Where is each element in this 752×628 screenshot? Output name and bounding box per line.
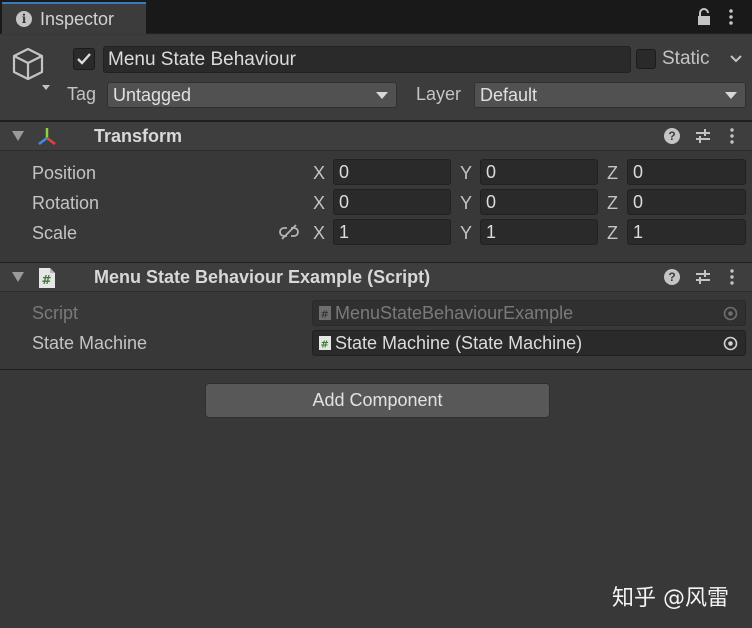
script-component-header[interactable]: # Menu State Behaviour Example (Script) …	[0, 262, 752, 292]
axis-x-label: X	[313, 223, 326, 243]
csharp-script-icon: #	[39, 268, 55, 288]
watermark: 知乎 @风雷	[612, 586, 729, 611]
axis-y-label: Y	[460, 163, 473, 183]
object-name-field[interactable]: Menu State Behaviour	[103, 46, 631, 73]
scale-label: Scale	[32, 223, 78, 243]
rotation-y-field[interactable]: 0	[480, 189, 598, 215]
tag-value: Untagged	[113, 85, 192, 105]
layer-value: Default	[480, 85, 538, 105]
foldout-arrow-icon[interactable]	[12, 131, 24, 141]
tag-label: Tag	[67, 84, 97, 104]
rotation-x-field[interactable]: 0	[333, 189, 451, 215]
constrain-proportions-link-icon[interactable]	[279, 222, 299, 242]
presets-icon[interactable]	[694, 127, 712, 145]
dropdown-arrow-icon	[376, 92, 388, 99]
script-value: MenuStateBehaviourExample	[335, 303, 574, 323]
static-checkbox[interactable]	[636, 49, 656, 69]
axis-z-label: Z	[607, 193, 618, 213]
axis-z-label: Z	[607, 163, 618, 183]
axis-x-label: X	[313, 163, 326, 183]
scale-z-field[interactable]: 1	[627, 219, 746, 245]
transform-header[interactable]: Transform ?	[0, 121, 752, 151]
script-component-title: Menu State Behaviour Example (Script)	[94, 267, 431, 287]
lock-icon[interactable]	[696, 7, 712, 27]
presets-icon[interactable]	[694, 268, 712, 286]
info-icon: i	[16, 11, 32, 27]
more-vertical-icon[interactable]	[728, 268, 736, 286]
csharp-script-icon: #	[319, 306, 331, 321]
tab-label: Inspector	[40, 8, 115, 29]
position-x-field[interactable]: 0	[333, 159, 451, 185]
script-field: # MenuStateBehaviourExample	[312, 300, 746, 326]
dropdown-arrow-icon	[725, 92, 737, 99]
gameobject-cube-icon[interactable]	[12, 45, 56, 93]
position-y-field[interactable]: 0	[480, 159, 598, 185]
transform-title: Transform	[94, 126, 183, 146]
object-picker-icon	[723, 306, 738, 321]
foldout-arrow-icon[interactable]	[12, 272, 24, 282]
rotation-label: Rotation	[32, 193, 100, 213]
csharp-script-icon: #	[319, 336, 331, 351]
checkmark-icon	[77, 53, 91, 65]
object-picker-icon[interactable]	[723, 336, 738, 351]
rotation-z-field[interactable]: 0	[627, 189, 746, 215]
state-machine-value: State Machine (State Machine)	[335, 333, 583, 353]
axis-y-label: Y	[460, 223, 473, 243]
more-vertical-icon[interactable]	[728, 127, 736, 145]
axis-y-label: Y	[460, 193, 473, 213]
svg-text:#: #	[321, 310, 329, 321]
divider	[0, 369, 752, 370]
chevron-down-icon[interactable]	[730, 55, 742, 63]
position-z-field[interactable]: 0	[627, 159, 746, 185]
more-vertical-icon[interactable]	[726, 7, 736, 27]
position-label: Position	[32, 163, 97, 183]
active-checkbox[interactable]	[73, 48, 95, 70]
gameobject-header: Menu State Behaviour Static Tag Untagged…	[0, 35, 752, 121]
axis-x-label: X	[313, 193, 326, 213]
state-machine-field[interactable]: # State Machine (State Machine)	[312, 330, 746, 356]
state-machine-label: State Machine	[32, 333, 148, 353]
layer-label: Layer	[416, 84, 462, 104]
axis-z-label: Z	[607, 223, 618, 243]
static-label: Static	[662, 48, 710, 69]
add-component-button[interactable]: Add Component	[205, 383, 550, 418]
scale-x-field[interactable]: 1	[333, 219, 451, 245]
transform-icon	[38, 128, 56, 145]
help-icon[interactable]: ?	[664, 128, 680, 144]
tab-inspector[interactable]: i Inspector	[2, 2, 146, 34]
tag-dropdown[interactable]: Untagged	[107, 82, 397, 108]
svg-text:#: #	[42, 273, 52, 287]
tab-bar: i Inspector	[0, 0, 752, 34]
svg-text:#: #	[321, 340, 329, 351]
script-label: Script	[32, 303, 79, 323]
layer-dropdown[interactable]: Default	[474, 82, 746, 108]
help-icon[interactable]: ?	[664, 269, 680, 285]
scale-y-field[interactable]: 1	[480, 219, 598, 245]
